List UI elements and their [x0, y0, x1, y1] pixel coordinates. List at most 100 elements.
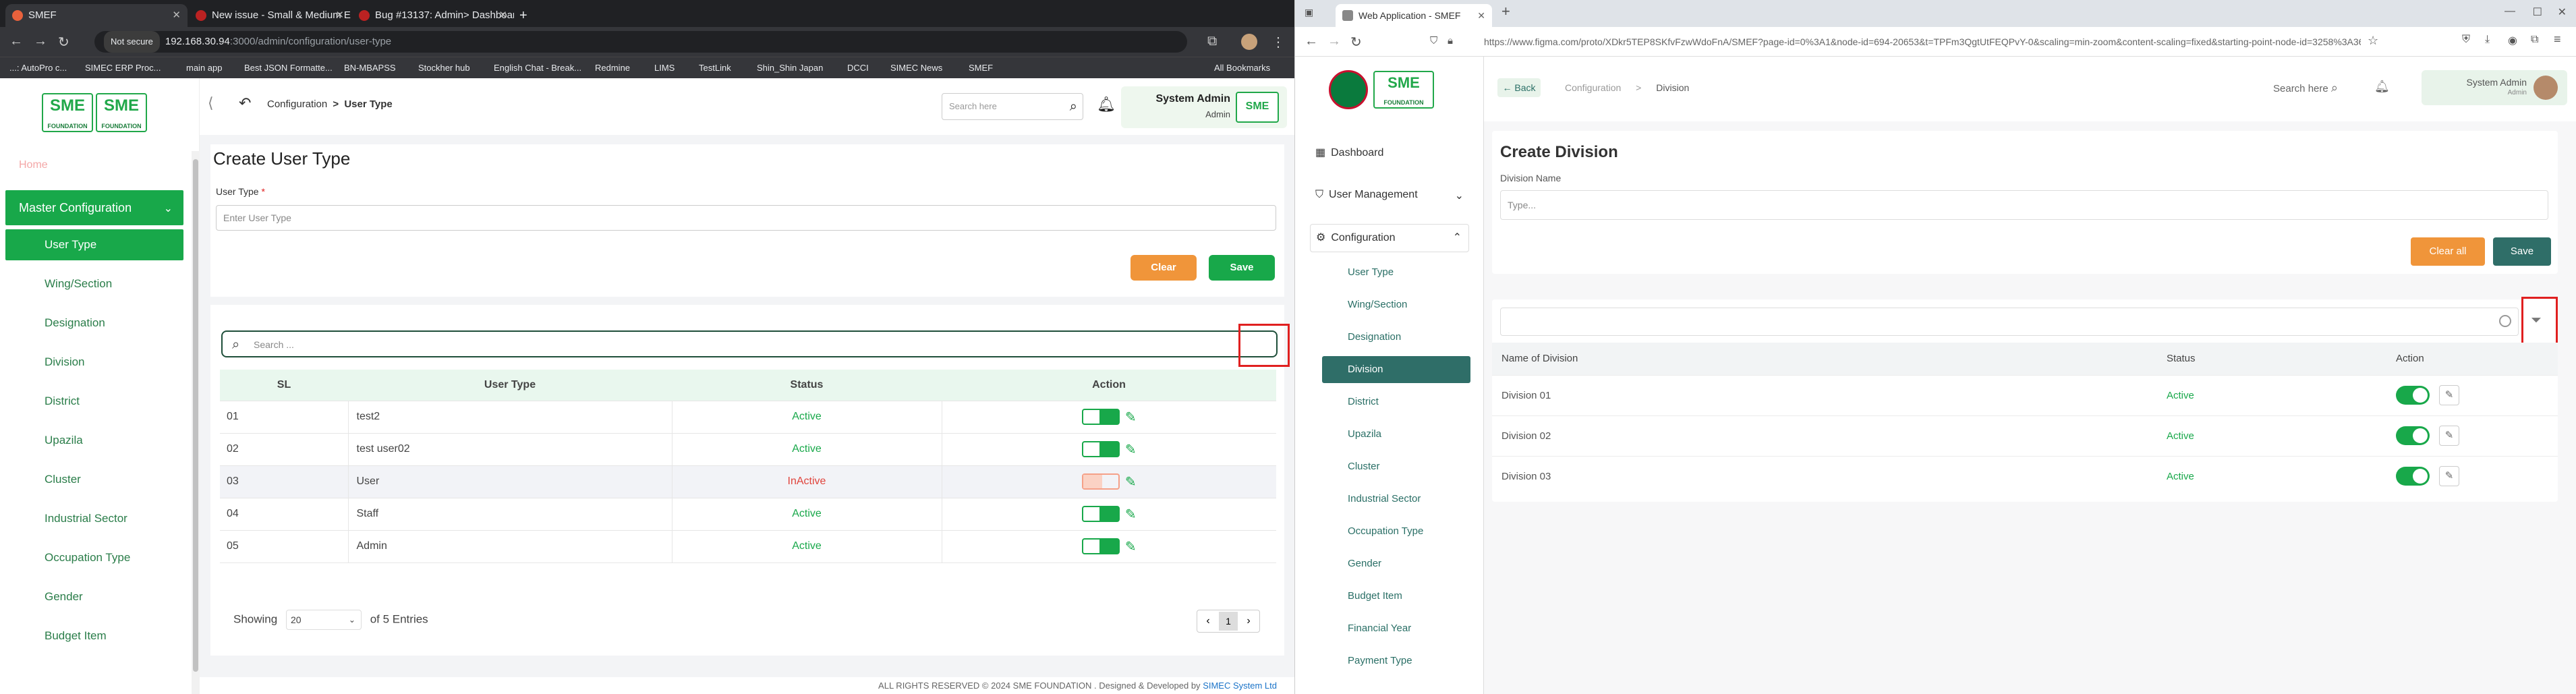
home-link[interactable]: Home: [19, 159, 48, 171]
browser-tab-figma[interactable]: Web Application - SMEF ✕: [1336, 4, 1492, 27]
breadcrumb-parent[interactable]: Configuration: [1565, 82, 1621, 93]
user-type-input[interactable]: Enter User Type: [216, 205, 1276, 231]
browser-tab-smef[interactable]: SMEF ✕: [5, 4, 188, 27]
user-profile-chip[interactable]: System Admin Admin SME: [1121, 86, 1287, 128]
maximize-icon[interactable]: ☐: [2533, 5, 2542, 19]
sidebar-item-industrial-sector[interactable]: Industrial Sector: [5, 503, 183, 534]
close-tab-icon[interactable]: ✕: [1477, 4, 1485, 27]
status-toggle[interactable]: [2396, 386, 2430, 405]
submenu-budget-item[interactable]: Budget Item: [1322, 583, 1470, 610]
reload-icon[interactable]: ↻: [58, 34, 69, 51]
bookmark-2[interactable]: main app: [186, 57, 222, 79]
extensions-icon[interactable]: ⧉: [2531, 34, 2538, 46]
sidebar-item-cluster[interactable]: Cluster: [5, 464, 183, 495]
submenu-cluster[interactable]: Cluster: [1322, 453, 1470, 480]
bookmark-12[interactable]: SIMEC News: [890, 57, 942, 79]
back-arrow-icon[interactable]: ←: [9, 34, 23, 49]
forward-arrow-icon[interactable]: →: [34, 34, 47, 49]
browser-tab-bug[interactable]: Bug #13137: Admin> Dashboard... ✕: [352, 4, 514, 27]
bookmark-star-icon[interactable]: ☆: [2368, 34, 2378, 48]
nav-configuration[interactable]: ⚙ Configuration ⌃: [1310, 224, 1469, 252]
user-profile-chip[interactable]: System Admin Admin: [2422, 70, 2567, 105]
clear-button[interactable]: Clear: [1130, 255, 1197, 281]
next-page-icon[interactable]: ›: [1238, 615, 1259, 627]
submenu-district[interactable]: District: [1322, 388, 1470, 415]
minimize-icon[interactable]: —: [2505, 5, 2515, 18]
status-toggle[interactable]: [1081, 538, 1120, 554]
menu-icon[interactable]: ⋮: [1271, 34, 1285, 51]
status-toggle[interactable]: [1081, 506, 1120, 522]
clear-all-button[interactable]: Clear all: [2411, 237, 2485, 266]
menu-icon[interactable]: ≡: [2554, 32, 2561, 47]
bell-icon[interactable]: 🔔︎: [2374, 80, 2390, 94]
security-badge[interactable]: Not secure: [104, 31, 160, 53]
save-button[interactable]: Save: [2493, 237, 2551, 266]
edit-icon[interactable]: ✎: [1125, 506, 1137, 523]
bookmark-9[interactable]: TestLink: [699, 57, 731, 79]
sidebar-item-gender[interactable]: Gender: [5, 581, 183, 612]
edit-icon[interactable]: ✎: [1125, 409, 1137, 426]
header-search[interactable]: Search here ⌕: [2273, 81, 2338, 95]
extensions-icon[interactable]: ⧉: [1207, 34, 1217, 49]
pocket-icon[interactable]: ⛨: [2462, 34, 2470, 46]
division-name-input[interactable]: Type...: [1500, 190, 2548, 220]
close-tab-icon[interactable]: ✕: [335, 4, 344, 27]
sidebar-item-upazila[interactable]: Upazila: [5, 425, 183, 456]
sidebar-item-district[interactable]: District: [5, 386, 183, 417]
submenu-financial-year[interactable]: Financial Year: [1322, 615, 1470, 642]
status-toggle[interactable]: [1081, 441, 1120, 457]
browser-tab-new-issue[interactable]: New issue - Small & Medium E... ✕: [189, 4, 351, 27]
sidebar-item-designation[interactable]: Designation: [5, 308, 183, 339]
submenu-wing-section[interactable]: Wing/Section: [1322, 291, 1470, 318]
url-input[interactable]: https://www.figma.com/proto/XDkr5TEP8SKf…: [1470, 31, 2361, 53]
undo-arrow-icon[interactable]: ↶: [239, 94, 251, 112]
bell-icon[interactable]: 🔔︎: [1097, 96, 1116, 113]
status-toggle[interactable]: [1081, 409, 1120, 425]
nav-user-management[interactable]: ⛉ User Management ⌄: [1315, 189, 1464, 202]
table-search-input[interactable]: [1500, 308, 2519, 336]
submenu-user-type[interactable]: User Type: [1322, 259, 1470, 286]
download-icon[interactable]: ⤓: [2485, 34, 2490, 46]
save-button[interactable]: Save: [1209, 255, 1275, 281]
bookmark-13[interactable]: SMEF: [969, 57, 993, 79]
prev-page-icon[interactable]: ‹: [1197, 615, 1219, 627]
page-number[interactable]: 1: [1219, 612, 1238, 631]
footer-link[interactable]: SIMEC System Ltd: [1203, 681, 1277, 691]
back-arrow-icon[interactable]: ←: [1305, 34, 1318, 49]
edit-icon[interactable]: ✎: [1125, 441, 1137, 458]
edit-icon[interactable]: ✎: [2439, 426, 2459, 446]
bookmark-0[interactable]: ...: AutoPro c...: [9, 57, 67, 79]
submenu-upazila[interactable]: Upazila: [1322, 421, 1470, 448]
submenu-occupation-type[interactable]: Occupation Type: [1322, 518, 1470, 545]
bookmark-8[interactable]: LIMS: [654, 57, 675, 79]
sidebar-item-wing-section[interactable]: Wing/Section: [5, 268, 183, 299]
status-toggle[interactable]: [1081, 473, 1120, 490]
collapse-chevron-icon[interactable]: ⟨: [208, 94, 214, 112]
bookmark-7[interactable]: Redmine: [595, 57, 630, 79]
bookmark-6[interactable]: English Chat - Break...: [494, 57, 581, 79]
submenu-industrial-sector[interactable]: Industrial Sector: [1322, 486, 1470, 513]
header-search-input[interactable]: Search here ⌕: [942, 93, 1083, 120]
new-tab-button[interactable]: +: [513, 4, 540, 27]
table-search-input[interactable]: ⌕ Search ...: [221, 330, 1278, 357]
close-window-icon[interactable]: ✕: [2558, 5, 2567, 19]
bookmark-5[interactable]: Stockher hub: [418, 57, 470, 79]
sidebar-item-division[interactable]: Division: [5, 347, 183, 378]
sidebar-item-user-type[interactable]: User Type: [5, 229, 183, 260]
edit-icon[interactable]: ✎: [1125, 473, 1137, 490]
back-button[interactable]: ← Back: [1497, 78, 1541, 97]
bookmark-4[interactable]: BN-MBAPSS: [344, 57, 396, 79]
shield-icon[interactable]: ⛉: [1430, 35, 1437, 47]
sidebar-item-budget-item[interactable]: Budget Item: [5, 620, 183, 652]
edit-icon[interactable]: ✎: [2439, 385, 2459, 405]
master-configuration-menu[interactable]: Master Configuration ⌄: [5, 190, 183, 225]
page-size-select[interactable]: 20 ⌄: [285, 610, 362, 630]
submenu-designation[interactable]: Designation: [1322, 324, 1470, 351]
nav-dashboard[interactable]: ▦ Dashboard: [1315, 146, 1383, 159]
bookmark-11[interactable]: DCCI: [847, 57, 869, 79]
reload-icon[interactable]: ↻: [1350, 34, 1362, 51]
breadcrumb-parent[interactable]: Configuration: [267, 98, 327, 110]
tab-list-icon[interactable]: ▣: [1305, 7, 1313, 18]
bookmark-3[interactable]: Best JSON Formatte...: [244, 57, 333, 79]
forward-arrow-icon[interactable]: →: [1327, 34, 1341, 49]
